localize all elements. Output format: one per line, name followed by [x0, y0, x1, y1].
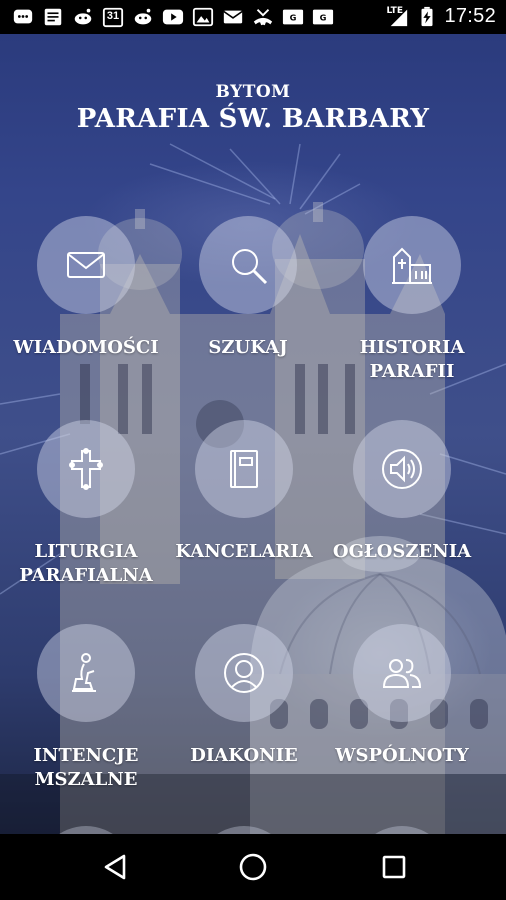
notification-icons: 31 G G: [12, 6, 334, 28]
magnifier-icon: [232, 249, 268, 285]
signal-icon: LTE: [386, 6, 410, 28]
svg-text:G: G: [320, 13, 327, 23]
menu-tile-label: DIAKONIE: [190, 745, 298, 766]
menu-tile-kancelaria[interactable]: KANCELARIA: [164, 420, 324, 564]
menu-tile-button[interactable]: [37, 624, 135, 722]
gmail-icon: G: [282, 6, 304, 28]
menu-tile-ogloszenia[interactable]: OGŁOSZENIA: [322, 420, 482, 564]
mail-icon: [222, 6, 244, 28]
home-button[interactable]: [237, 851, 269, 883]
menu-tile-button[interactable]: [353, 624, 451, 722]
page-title: PARAFIA ŚW. BARBARY: [76, 104, 430, 134]
menu-tile-label: SZUKAJ: [208, 337, 288, 358]
network-type: LTE: [386, 5, 403, 16]
menu-tile-label: HISTORIA PARAFII: [359, 337, 465, 382]
cross-icon: [69, 448, 103, 490]
menu-tile-label: LITURGIA PARAFIALNA: [19, 541, 153, 586]
menu-tile-label: WIADOMOŚCI: [13, 337, 159, 358]
svg-text:G: G: [290, 13, 297, 23]
person-icon: [224, 653, 264, 693]
menu-tile-wiadomosci[interactable]: WIADOMOŚCI: [6, 216, 166, 360]
battery-charging-icon: [416, 6, 438, 28]
navigation-bar: [0, 834, 506, 900]
home-circle-icon: [239, 853, 267, 881]
menu-tile-szukaj[interactable]: SZUKAJ: [168, 216, 328, 360]
notes-icon: [42, 6, 64, 28]
calendar-icon: 31: [102, 6, 124, 28]
menu-tile-button[interactable]: [37, 216, 135, 314]
church-building-icon: [392, 247, 432, 284]
menu-tile-liturgia-parafialna[interactable]: LITURGIA PARAFIALNA: [6, 420, 166, 588]
menu-tile-intencje-mszalne[interactable]: INTENCJE MSZALNE: [6, 624, 166, 792]
speaker-icon: [382, 449, 422, 489]
menu-tile-button[interactable]: [199, 216, 297, 314]
status-bar: 31 G G LTE 17:52: [0, 0, 506, 34]
menu-tile-button[interactable]: [363, 216, 461, 314]
menu-tile-button[interactable]: [353, 420, 451, 518]
messenger-icon: [12, 6, 34, 28]
menu-tile-historia-parafii[interactable]: HISTORIA PARAFII: [332, 216, 492, 384]
youtube-icon: [162, 6, 184, 28]
recents-button[interactable]: [378, 851, 410, 883]
book-icon: [230, 450, 258, 488]
header: BYTOM PARAFIA ŚW. BARBARY: [0, 82, 506, 134]
calendar-day: 31: [106, 10, 120, 22]
reddit-icon: [132, 6, 154, 28]
back-button[interactable]: [100, 851, 132, 883]
city-name: BYTOM: [215, 82, 291, 102]
clock: 17:52: [444, 5, 496, 27]
menu-tile-button[interactable]: [195, 420, 293, 518]
group-icon: [382, 659, 422, 688]
menu-tile-label: WSPÓLNOTY: [335, 745, 469, 766]
menu-tile-label: OGŁOSZENIA: [332, 541, 472, 562]
menu-tile-wspolnoty[interactable]: WSPÓLNOTY: [322, 624, 482, 768]
menu-tile-label: KANCELARIA: [175, 541, 313, 562]
image-icon: [192, 6, 214, 28]
envelope-icon: [67, 252, 105, 278]
main-screen: BYTOM PARAFIA ŚW. BARBARY WIADOMOŚCI SZU…: [0, 34, 506, 834]
missed-call-icon: [252, 6, 274, 28]
recents-square-icon: [382, 855, 406, 879]
reddit-icon: [72, 6, 94, 28]
menu-tile-diakonie[interactable]: DIAKONIE: [164, 624, 324, 768]
menu-tile-button[interactable]: [195, 624, 293, 722]
kneeling-person-icon: [72, 653, 96, 692]
menu-tile-label: INTENCJE MSZALNE: [33, 745, 139, 790]
back-triangle-icon: [104, 854, 126, 880]
gmail-icon: G: [312, 6, 334, 28]
menu-tile-button[interactable]: [37, 420, 135, 518]
